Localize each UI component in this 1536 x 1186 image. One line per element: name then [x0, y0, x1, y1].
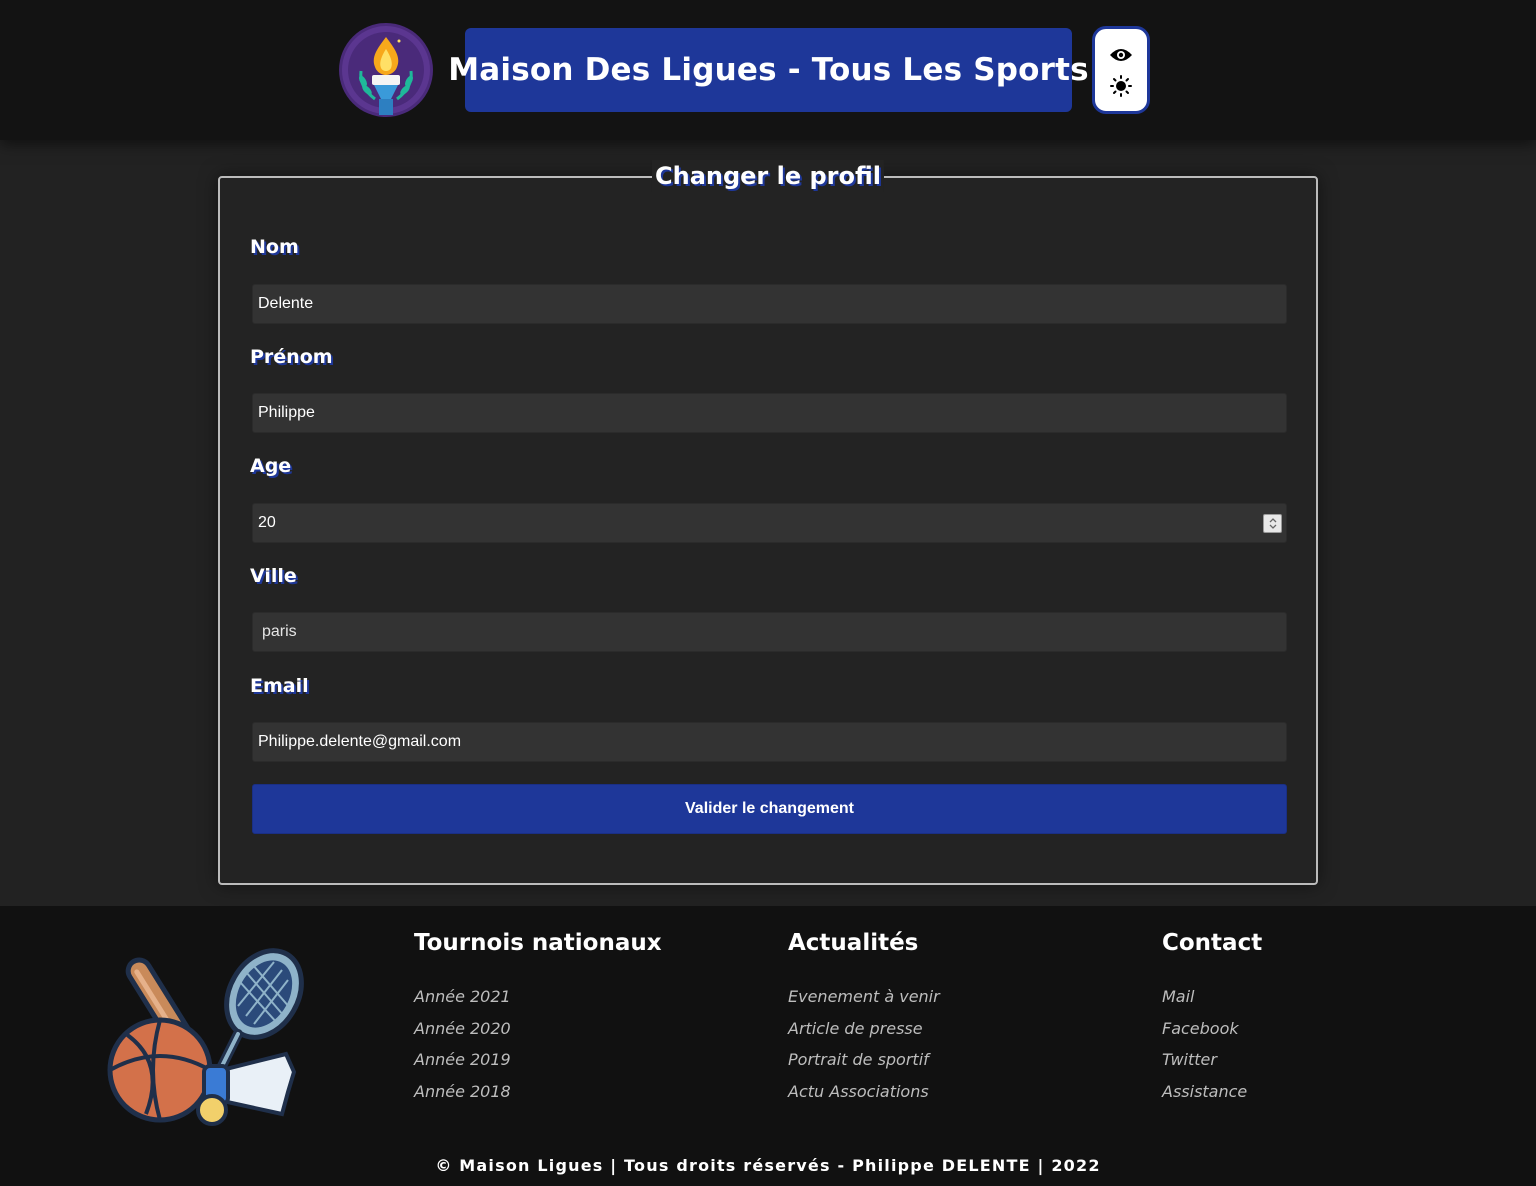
- site-header: Maison Des Ligues - Tous Les Sports: [0, 0, 1536, 140]
- footer-link[interactable]: Twitter: [1162, 1049, 1262, 1081]
- footer-link[interactable]: Année 2020: [414, 1018, 662, 1050]
- footer-link[interactable]: Année 2019: [414, 1049, 662, 1081]
- footer-link[interactable]: Portrait de sportif: [788, 1049, 940, 1081]
- label-age: Age: [250, 455, 292, 477]
- footer-col-title: Contact: [1162, 930, 1263, 956]
- site-footer: Tournois nationaux Année 2021 Année 2020…: [0, 906, 1536, 1186]
- display-mode-toggle[interactable]: [1092, 26, 1150, 114]
- footer-col-actualites: Actualités Evenement à venir Article de …: [788, 930, 940, 1113]
- spinner-arrows-icon: [1269, 518, 1277, 529]
- submit-button[interactable]: Valider le changement: [252, 784, 1287, 834]
- footer-link[interactable]: Année 2021: [414, 986, 662, 1018]
- olympic-torch-icon[interactable]: [339, 23, 433, 117]
- site-title-banner: Maison Des Ligues - Tous Les Sports: [448, 28, 1089, 112]
- footer-link[interactable]: Mail: [1162, 986, 1262, 1018]
- footer-link[interactable]: Evenement à venir: [788, 986, 940, 1018]
- age-input[interactable]: 20: [252, 503, 1287, 543]
- prenom-input[interactable]: Philippe: [252, 393, 1287, 433]
- label-email: Email: [250, 675, 309, 697]
- sun-icon: [1110, 75, 1132, 97]
- footer-link[interactable]: Assistance: [1162, 1081, 1262, 1113]
- footer-col-title: Actualités: [788, 930, 919, 956]
- footer-link[interactable]: Année 2018: [414, 1081, 662, 1113]
- footer-link[interactable]: Facebook: [1162, 1018, 1262, 1050]
- copyright-text: © Maison Ligues | Tous droits réservés -…: [435, 1156, 1101, 1175]
- number-spinner[interactable]: [1263, 514, 1282, 533]
- form-legend: Changer le profil: [651, 160, 885, 192]
- footer-col-tournois: Tournois nationaux Année 2021 Année 2020…: [414, 930, 662, 1113]
- email-input[interactable]: Philippe.delente@gmail.com: [252, 722, 1287, 762]
- nom-input[interactable]: Delente: [252, 284, 1287, 324]
- label-nom: Nom: [250, 236, 299, 258]
- footer-col-contact: Contact Mail Facebook Twitter Assistance: [1162, 930, 1262, 1113]
- sports-equipment-icon: [107, 948, 304, 1126]
- label-ville: Ville: [250, 565, 297, 587]
- age-value: 20: [258, 514, 276, 531]
- eye-icon: [1110, 49, 1132, 61]
- footer-col-title: Tournois nationaux: [414, 930, 662, 956]
- site-title: Maison Des Ligues - Tous Les Sports: [448, 52, 1089, 88]
- profile-form: Changer le profil Nom Delente Prénom Phi…: [218, 160, 1318, 885]
- label-prenom: Prénom: [250, 346, 333, 368]
- footer-link[interactable]: Article de presse: [788, 1018, 940, 1050]
- ville-input[interactable]: paris: [252, 612, 1287, 652]
- footer-link[interactable]: Actu Associations: [788, 1081, 940, 1113]
